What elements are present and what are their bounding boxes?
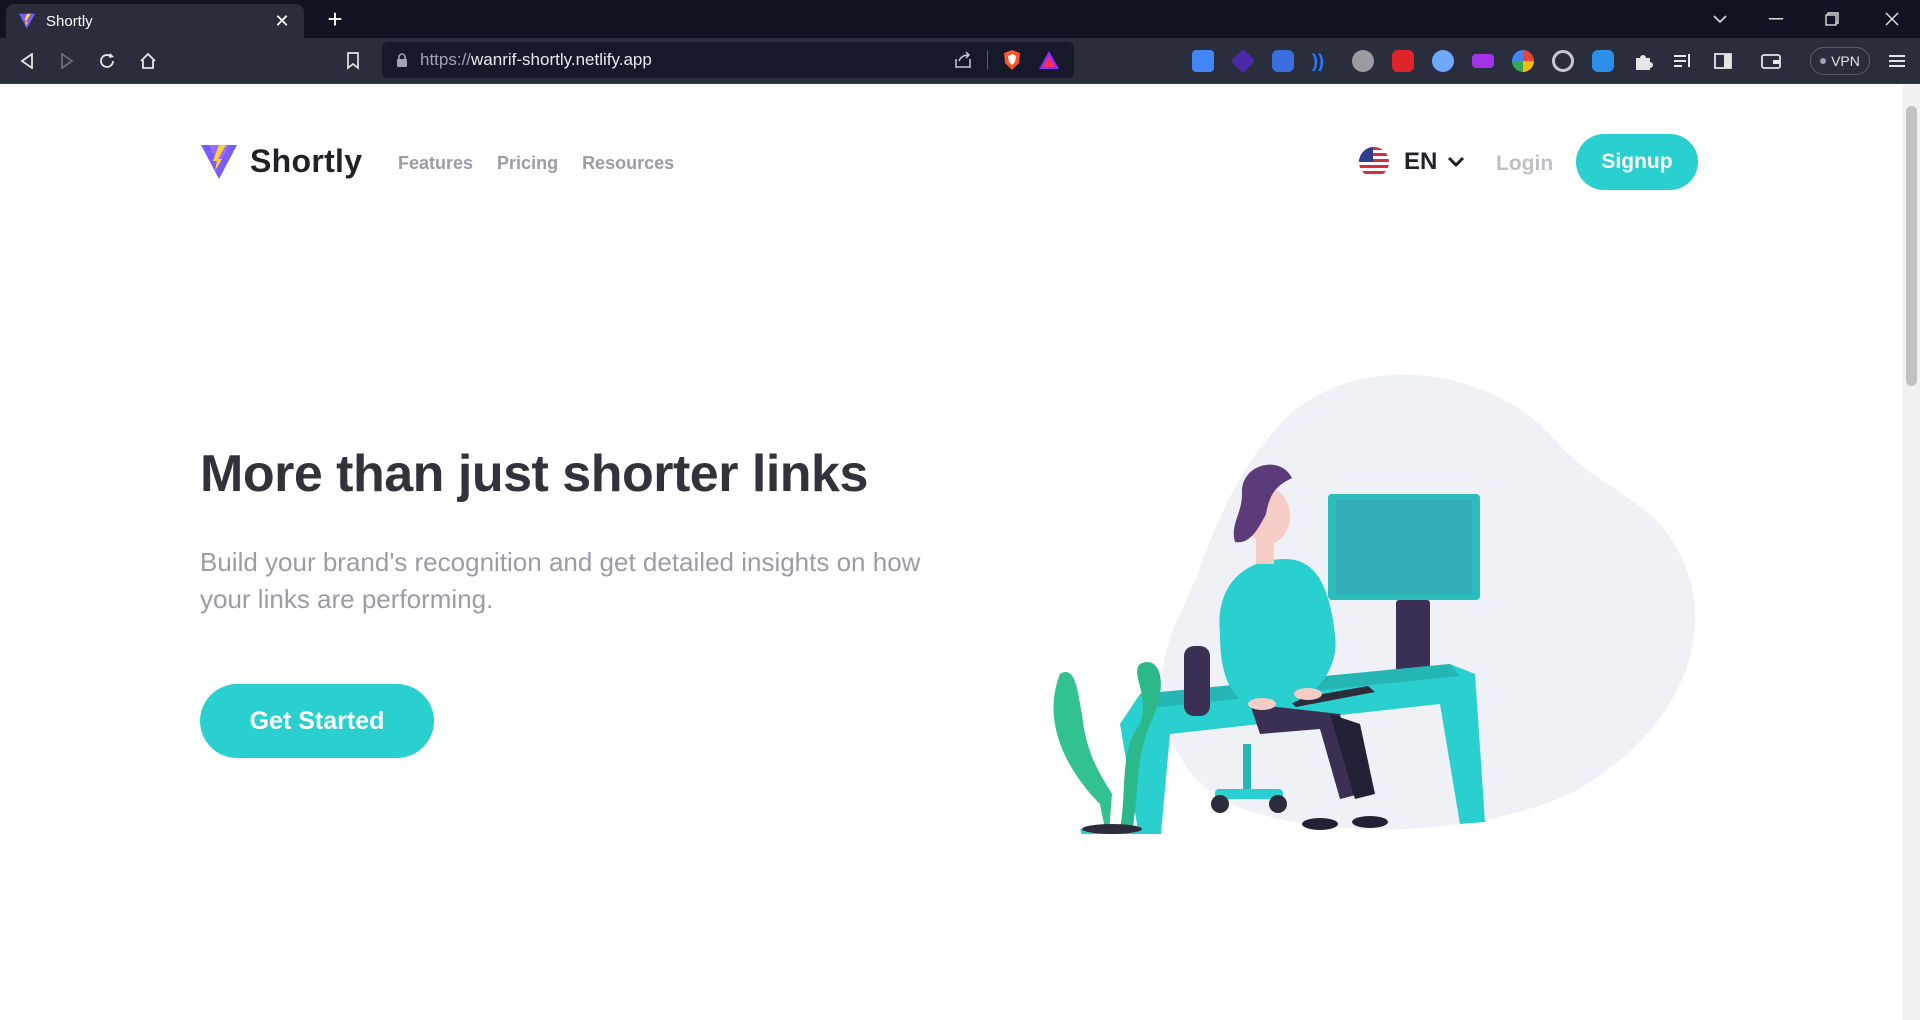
lock-icon — [397, 52, 407, 67]
chevron-down-icon — [1448, 156, 1465, 168]
tab-title: Shortly — [46, 12, 93, 30]
search-extension-icon[interactable] — [1432, 50, 1454, 72]
hero-subtitle: Build your brand's recognition and get d… — [200, 547, 921, 614]
nav-features[interactable]: Features — [398, 153, 473, 174]
wallet-icon[interactable] — [1760, 50, 1782, 72]
close-window-icon[interactable] — [1864, 0, 1920, 38]
page-viewport: Shortly Features Pricing Resources EN Lo… — [0, 84, 1903, 1020]
browser-toolbar: https://wanrif-shortly.netlify.app )) VP… — [0, 38, 1920, 84]
us-flag-icon — [1359, 147, 1389, 177]
url-scheme: https:// — [420, 50, 472, 69]
fi-extension-icon[interactable] — [1592, 50, 1614, 72]
reload-icon[interactable] — [92, 46, 122, 76]
browser-tab[interactable]: Shortly ✕ — [6, 4, 304, 38]
record-extension-icon[interactable] — [1552, 50, 1574, 72]
language-selector[interactable]: EN — [1358, 146, 1465, 178]
url-host: wanrif-shortly.netlify.app — [471, 50, 652, 69]
site-header: Shortly Features Pricing Resources EN Lo… — [200, 134, 1700, 194]
menu-icon[interactable] — [1882, 46, 1912, 76]
shortly-favicon-icon — [18, 13, 36, 29]
settings-gear-icon[interactable] — [1352, 50, 1374, 72]
share-icon[interactable] — [953, 51, 973, 69]
bookmark-icon[interactable] — [338, 46, 368, 76]
new-tab-button[interactable]: + — [320, 4, 350, 34]
restore-icon[interactable] — [1804, 0, 1860, 38]
sidebar-toggle-icon[interactable] — [1712, 50, 1734, 72]
signup-button[interactable]: Signup — [1576, 134, 1698, 190]
nav-resources[interactable]: Resources — [582, 153, 674, 174]
working-illustration — [1053, 374, 1696, 834]
language-code: EN — [1404, 148, 1438, 175]
brave-rewards-icon[interactable] — [1038, 50, 1060, 70]
scrollbar-thumb[interactable] — [1906, 106, 1917, 386]
logo-text: Shortly — [250, 142, 363, 179]
page-scrollbar[interactable] — [1903, 84, 1920, 1020]
get-started-button[interactable]: Get Started — [200, 684, 434, 758]
tab-search-chevron-icon[interactable] — [1692, 0, 1748, 38]
nav-pricing[interactable]: Pricing — [497, 153, 558, 174]
pocket-extension-icon[interactable] — [1392, 50, 1414, 72]
logo-icon — [201, 145, 237, 179]
vpn-dot-icon — [1820, 58, 1827, 64]
urlbar-divider — [987, 50, 988, 70]
forward-icon[interactable] — [52, 46, 82, 76]
extension-badge-icon[interactable] — [1230, 48, 1256, 74]
bitwarden-extension-icon[interactable] — [1272, 50, 1294, 72]
color-picker-extension-icon[interactable] — [1512, 50, 1534, 72]
main-nav: Features Pricing Resources — [398, 153, 674, 174]
extensions-puzzle-icon[interactable] — [1632, 50, 1654, 72]
media-extension-icon[interactable] — [1472, 54, 1494, 68]
url-text: https://wanrif-shortly.netlify.app — [420, 50, 953, 70]
address-bar[interactable]: https://wanrif-shortly.netlify.app — [382, 42, 1074, 78]
hero-title: More than just shorter links — [200, 445, 868, 503]
minimize-icon[interactable] — [1748, 0, 1804, 38]
vpn-button[interactable]: VPN — [1810, 47, 1870, 75]
vpn-label: VPN — [1831, 53, 1860, 69]
browser-titlebar: Shortly ✕ + — [0, 0, 1920, 38]
tab-close-icon[interactable]: ✕ — [272, 11, 292, 32]
brave-shields-icon[interactable] — [1002, 49, 1022, 71]
audio-extension-icon[interactable]: )) — [1312, 50, 1334, 72]
playlist-icon[interactable] — [1672, 50, 1694, 72]
login-link[interactable]: Login — [1496, 152, 1553, 176]
home-icon[interactable] — [133, 46, 163, 76]
back-icon[interactable] — [12, 46, 42, 76]
translate-extension-icon[interactable] — [1192, 50, 1214, 72]
site-logo[interactable]: Shortly — [200, 142, 362, 180]
